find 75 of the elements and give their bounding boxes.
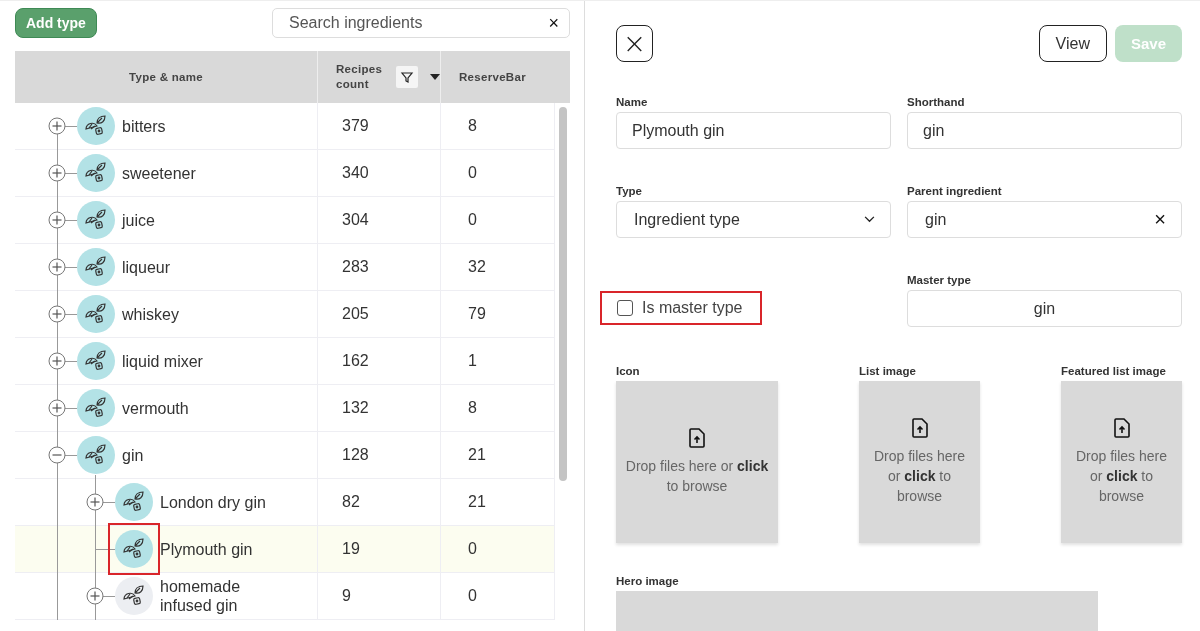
recipes-count: 162 (342, 352, 369, 370)
recipes-count: 205 (342, 305, 369, 323)
ingredient-name: gin (122, 445, 145, 465)
recipes-count: 340 (342, 164, 369, 182)
reservebar-count: 8 (468, 117, 477, 135)
upload-label: Hero image (616, 575, 680, 587)
field-label: Name (616, 96, 649, 108)
recipes-count: 379 (342, 117, 369, 135)
expand-button[interactable] (48, 352, 66, 370)
ingredient-name: liquid mixer (122, 351, 204, 371)
collapse-button[interactable] (48, 446, 66, 464)
column-header[interactable]: Type & name (15, 51, 318, 103)
search-field[interactable]: Search ingredients × (272, 8, 570, 38)
reservebar-count: 21 (468, 446, 486, 464)
master-type-field[interactable]: gin (907, 290, 1182, 327)
close-button[interactable]: × (616, 25, 653, 62)
name-field[interactable]: Plymouth gin (616, 112, 891, 149)
ingredient-name: vermouth (122, 398, 190, 418)
upload-label: Featured list image (1061, 365, 1167, 377)
field-label: Type (616, 185, 643, 197)
field-label: Master type (907, 274, 972, 286)
reservebar-count: 79 (468, 305, 486, 323)
reservebar-count: 0 (468, 587, 477, 605)
expand-button[interactable] (48, 164, 66, 182)
reservebar-count: 0 (468, 540, 477, 558)
reservebar-count: 8 (468, 399, 477, 417)
ingredient-name: Plymouth gin (160, 539, 254, 559)
field-label: Parent ingredient (907, 185, 1003, 197)
expand-button[interactable] (48, 305, 66, 323)
file-upload-icon (911, 418, 928, 438)
filter-icon[interactable] (396, 66, 418, 88)
is-master-type-checkbox[interactable]: Is master type (600, 291, 763, 325)
column-header[interactable]: ReserveBar (441, 51, 570, 103)
recipes-count: 128 (342, 446, 369, 464)
file-upload-icon (1113, 418, 1130, 438)
file-upload-icon (689, 428, 705, 448)
reservebar-count: 32 (468, 258, 486, 276)
ingredient-name: sweetener (122, 163, 197, 183)
caret-icon[interactable] (430, 74, 440, 80)
file-drop-zone[interactable]: Drop files here or click to browse (859, 381, 980, 543)
ingredient-name: London dry gin (160, 492, 267, 512)
recipes-count: 132 (342, 399, 369, 417)
expand-button[interactable] (86, 493, 104, 511)
upload-label: List image (859, 365, 917, 377)
column-header[interactable]: Recipes count (318, 51, 441, 103)
recipes-count: 304 (342, 211, 369, 229)
view-button[interactable]: View (1038, 25, 1107, 62)
reservebar-count: 21 (468, 493, 486, 511)
upload-label: Icon (616, 365, 641, 377)
recipes-count: 19 (342, 540, 360, 558)
reservebar-count: 0 (468, 164, 477, 182)
expand-button[interactable] (48, 117, 66, 135)
expand-button[interactable] (48, 211, 66, 229)
expand-button[interactable] (48, 399, 66, 417)
reservebar-count: 0 (468, 211, 477, 229)
ingredient-name: liqueur (122, 257, 172, 277)
type-dropdown[interactable]: Ingredient type (616, 201, 891, 238)
ingredient-name: whiskey (122, 304, 180, 324)
parent-ingredient-field[interactable]: gin × (907, 201, 1182, 238)
clear-search-button[interactable]: × (548, 12, 559, 34)
recipes-count: 9 (342, 587, 351, 605)
file-drop-zone[interactable]: Drop files here or click to browse (616, 381, 778, 543)
shorthand-field[interactable]: gin (907, 112, 1182, 149)
expand-button[interactable] (48, 258, 66, 276)
ingredient-name: juice (122, 210, 156, 230)
recipes-count: 283 (342, 258, 369, 276)
recipes-count: 82 (342, 493, 360, 511)
file-drop-zone[interactable]: Drop files here or click to browse (1061, 381, 1182, 543)
expand-button[interactable] (86, 587, 104, 605)
field-label: Shorthand (907, 96, 966, 108)
reservebar-count: 1 (468, 352, 477, 370)
ingredient-name: homemade infused gin (160, 577, 242, 615)
scrollbar[interactable] (559, 107, 567, 481)
chevron-down-icon[interactable] (864, 216, 875, 223)
ingredient-name: bitters (122, 116, 167, 136)
